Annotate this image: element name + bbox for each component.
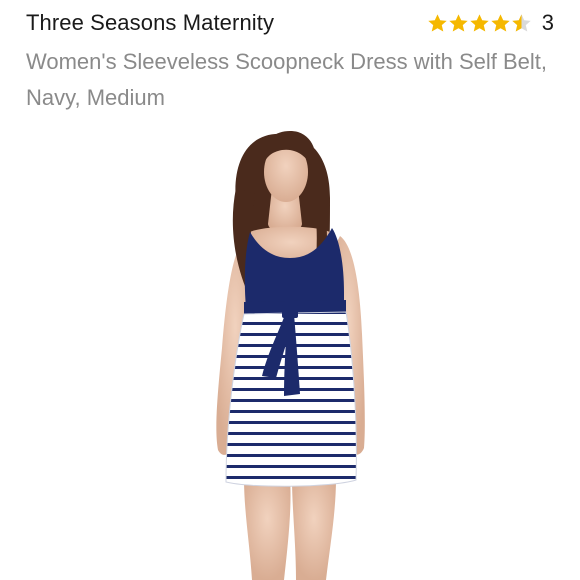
brand-name[interactable]: Three Seasons Maternity <box>26 10 274 36</box>
model-left-leg <box>244 478 291 580</box>
star-half-icon <box>512 13 531 32</box>
listing-header: Three Seasons Maternity 3 Women's Sleeve… <box>0 0 580 130</box>
product-photo[interactable] <box>0 128 580 580</box>
star-full-icon <box>449 13 468 32</box>
rating-summary[interactable]: 3 <box>427 9 554 37</box>
star-rating <box>427 13 532 34</box>
review-count[interactable]: 3 <box>542 10 554 36</box>
star-full-icon <box>428 13 447 32</box>
star-full-icon <box>470 13 489 32</box>
star-full-icon <box>491 13 510 32</box>
product-title[interactable]: Women's Sleeveless Scoopneck Dress with … <box>26 44 556 116</box>
model-right-leg <box>292 478 336 580</box>
